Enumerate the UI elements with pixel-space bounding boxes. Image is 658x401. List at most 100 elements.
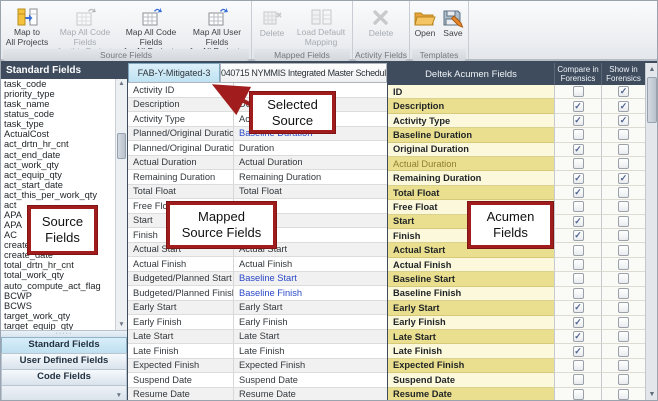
show-checkbox[interactable]: ✓	[618, 101, 629, 112]
scrollbar-thumb[interactable]	[117, 133, 126, 159]
show-checkbox[interactable]	[618, 302, 629, 313]
list-item[interactable]: act_end_date	[1, 150, 127, 160]
compare-checkbox[interactable]	[573, 259, 584, 270]
show-checkbox[interactable]	[618, 374, 629, 385]
compare-checkbox[interactable]	[573, 129, 584, 140]
list-item[interactable]: task_name	[1, 99, 127, 109]
delete-mapped-button[interactable]: Delete	[253, 4, 291, 48]
list-item[interactable]: priority_type	[1, 89, 127, 99]
show-checkbox[interactable]	[618, 187, 629, 198]
show-checkbox[interactable]	[618, 331, 629, 342]
mapped-field-cell[interactable]: Actual Finish	[234, 257, 387, 271]
show-checkbox[interactable]	[618, 230, 629, 241]
mapped-field-cell[interactable]: Early Finish	[234, 315, 387, 329]
compare-checkbox[interactable]: ✓	[573, 346, 584, 357]
list-item[interactable]: auto_compute_act_flag	[1, 281, 127, 291]
list-item[interactable]: task_type	[1, 119, 127, 129]
compare-checkbox[interactable]	[573, 245, 584, 256]
compare-checkbox[interactable]: ✓	[573, 115, 584, 126]
map-all-code-fields-all-projects-button[interactable]: Map All Code Fieldsfor All Projects	[118, 4, 184, 48]
compare-checkbox[interactable]	[573, 86, 584, 97]
show-checkbox[interactable]: ✓	[618, 173, 629, 184]
compare-checkbox[interactable]: ✓	[573, 331, 584, 342]
list-item[interactable]: total_drtn_hr_cnt	[1, 260, 127, 270]
show-checkbox[interactable]: ✓	[618, 115, 629, 126]
show-checkbox[interactable]	[618, 360, 629, 371]
show-checkbox[interactable]	[618, 144, 629, 155]
mapped-field-cell[interactable]: Early Start	[234, 301, 387, 315]
mapped-field-cell[interactable]: Resume Date	[234, 388, 387, 401]
compare-checkbox[interactable]: ✓	[573, 187, 584, 198]
list-item[interactable]: task_code	[1, 79, 127, 89]
sidebar-scrollbar[interactable]: ▲ ▼	[115, 79, 127, 330]
map-to-all-projects-button[interactable]: Map toAll Projects	[2, 4, 52, 48]
list-item[interactable]: status_code	[1, 109, 127, 119]
compare-checkbox[interactable]: ✓	[573, 101, 584, 112]
compare-checkbox[interactable]: ✓	[573, 144, 584, 155]
mapped-field-cell[interactable]: Late Finish	[234, 344, 387, 358]
show-checkbox[interactable]	[618, 288, 629, 299]
list-item[interactable]: target_equip_qty	[1, 321, 127, 331]
scroll-up-icon[interactable]: ▲	[116, 79, 127, 89]
show-checkbox[interactable]	[618, 216, 629, 227]
compare-checkbox[interactable]	[573, 374, 584, 385]
compare-checkbox[interactable]: ✓	[573, 302, 584, 313]
delete-activity-button[interactable]: Delete	[359, 4, 403, 48]
compare-checkbox[interactable]	[573, 201, 584, 212]
compare-checkbox[interactable]: ✓	[573, 173, 584, 184]
map-all-user-fields-all-projects-button[interactable]: Map All User Fieldsfor All Projects	[184, 4, 250, 48]
show-checkbox[interactable]	[618, 346, 629, 357]
load-default-mapping-button[interactable]: Load DefaultMapping	[291, 4, 351, 48]
mapped-field-cell[interactable]: Suspend Date	[234, 373, 387, 387]
show-checkbox[interactable]	[618, 129, 629, 140]
scrollbar-thumb[interactable]	[647, 77, 657, 123]
scroll-up-icon[interactable]: ▲	[646, 64, 658, 76]
source-field-cell: Planned/Original Duration	[128, 141, 234, 155]
list-item[interactable]: act_equip_qty	[1, 170, 127, 180]
compare-checkbox[interactable]: ✓	[573, 230, 584, 241]
show-checkbox[interactable]	[618, 273, 629, 284]
list-item[interactable]: act_work_qty	[1, 160, 127, 170]
compare-checkbox[interactable]	[573, 360, 584, 371]
list-item[interactable]: total_work_qty	[1, 270, 127, 280]
scroll-down-icon[interactable]: ▼	[646, 389, 658, 401]
map-all-code-fields-this-project-button[interactable]: Map All Code Fieldsfor this Project	[52, 4, 118, 48]
compare-checkbox[interactable]	[573, 158, 584, 169]
list-item[interactable]: BCWP	[1, 291, 127, 301]
save-template-button[interactable]: Save	[439, 4, 467, 48]
mapped-field-cell[interactable]: Baseline Finish	[234, 286, 387, 300]
compare-checkbox[interactable]	[573, 389, 584, 400]
mapped-field-cell[interactable]: Expected Finish	[234, 359, 387, 373]
list-item[interactable]: act_start_date	[1, 180, 127, 190]
list-item[interactable]: target_work_qty	[1, 311, 127, 321]
list-item[interactable]: act_drtn_hr_cnt	[1, 139, 127, 149]
mapped-field-cell[interactable]: Actual Duration	[234, 156, 387, 170]
sidebar-overflow-bar[interactable]: ▼	[1, 385, 127, 401]
compare-checkbox[interactable]: ✓	[573, 216, 584, 227]
list-item[interactable]: act_this_per_work_qty	[1, 190, 127, 200]
show-checkbox[interactable]: ✓	[618, 86, 629, 97]
acumen-scrollbar[interactable]: ▲ ▼	[645, 63, 658, 401]
show-checkbox[interactable]	[618, 259, 629, 270]
list-item[interactable]: BCWS	[1, 301, 127, 311]
open-template-button[interactable]: Open	[411, 4, 439, 48]
compare-checkbox[interactable]	[573, 288, 584, 299]
list-item[interactable]: ActualCost	[1, 129, 127, 139]
sidebar-tab-code-fields[interactable]: Code Fields	[1, 369, 127, 385]
show-checkbox[interactable]	[618, 317, 629, 328]
show-checkbox[interactable]	[618, 389, 629, 400]
mapped-field-cell[interactable]: Total Float	[234, 185, 387, 199]
mapped-field-cell[interactable]: Late Start	[234, 330, 387, 344]
show-checkbox[interactable]	[618, 158, 629, 169]
show-checkbox[interactable]	[618, 201, 629, 212]
mapped-field-cell[interactable]: Baseline Start	[234, 272, 387, 286]
scroll-down-icon[interactable]: ▼	[116, 320, 127, 330]
mapped-field-cell[interactable]: Remaining Duration	[234, 170, 387, 184]
sidebar-tab-standard-fields[interactable]: Standard Fields	[1, 337, 127, 353]
compare-checkbox[interactable]: ✓	[573, 317, 584, 328]
mapped-field-cell[interactable]: Duration	[234, 141, 387, 155]
table-row: Suspend Date	[388, 373, 645, 387]
compare-checkbox[interactable]	[573, 273, 584, 284]
show-checkbox[interactable]	[618, 245, 629, 256]
sidebar-tab-user-defined-fields[interactable]: User Defined Fields	[1, 353, 127, 369]
